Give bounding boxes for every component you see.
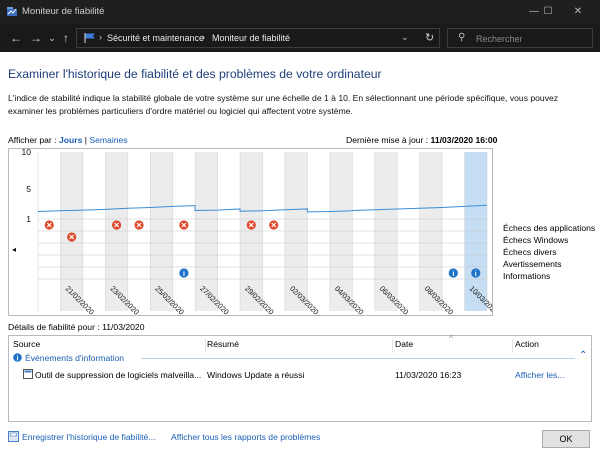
legend-information: Informations (503, 271, 551, 281)
flag-icon (84, 33, 95, 43)
column-source[interactable]: Source (13, 339, 40, 349)
forward-arrow-icon[interactable]: → (28, 30, 44, 46)
refresh-icon[interactable]: ↻ (425, 31, 434, 44)
search-box[interactable]: ⚲ Rechercher (447, 28, 593, 48)
search-icon: ⚲ (458, 32, 466, 43)
title-bar: Moniteur de fiabilité — ☐ ✕ (0, 0, 600, 24)
address-toolbar: ← → ⌄ ↑ › Sécurité et maintenance › Moni… (0, 24, 600, 52)
view-separator: | (84, 135, 87, 145)
info-event-glyph: i (475, 271, 477, 278)
legend-warnings: Avertissements (503, 259, 562, 269)
page-title: Examiner l'historique de fiabilité et de… (8, 67, 382, 81)
column-divider[interactable] (205, 339, 206, 353)
up-arrow-icon[interactable]: ↑ (58, 30, 74, 46)
breadcrumb-separator: › (99, 32, 102, 42)
legend-windows-failures: Échecs Windows (503, 235, 569, 245)
info-icon: i (13, 353, 22, 362)
stability-chart-svg[interactable]: 1051i i i21/02/2020 23/02/2020 25/02/2020 27/… (9, 147, 500, 317)
y-tick-label: 5 (26, 184, 31, 194)
group-divider (141, 358, 575, 359)
column-action[interactable]: Action (515, 339, 539, 349)
row-date: 11/03/2020 16:23 (395, 370, 462, 380)
legend-misc-failures: Échecs divers (503, 247, 557, 257)
legend-application-failures: Échecs des applications (503, 223, 596, 233)
row-summary: Windows Update a réussi (207, 370, 305, 380)
group-information-events[interactable]: Événements d'information (25, 353, 124, 363)
y-tick-label: 1 (26, 214, 31, 224)
breadcrumb-security-maintenance[interactable]: Sécurité et maintenance (107, 33, 204, 43)
ok-button[interactable]: OK (542, 430, 590, 448)
program-icon (23, 369, 33, 379)
details-title: Détails de fiabilité pour : 11/03/2020 (8, 322, 145, 332)
view-by-label: Afficher par : (8, 135, 57, 145)
last-update: Dernière mise à jour : 11/03/2020 16:00 (346, 135, 497, 145)
scroll-left-icon[interactable]: ◂ (12, 245, 16, 254)
page-description: L'indice de stabilité indique la stabili… (8, 93, 559, 116)
column-divider[interactable] (392, 339, 393, 353)
collapse-group-icon[interactable]: ⌃ (579, 350, 587, 361)
reliability-monitor-icon (7, 7, 17, 16)
address-dropdown-icon[interactable]: ⌄ (401, 32, 409, 43)
view-weeks-link[interactable]: Semaines (89, 135, 127, 145)
close-button[interactable]: ✕ (556, 0, 600, 24)
breadcrumb-reliability-monitor[interactable]: Moniteur de fiabilité (212, 33, 290, 43)
y-tick-label: 10 (21, 149, 31, 157)
window-title: Moniteur de fiabilité (22, 6, 105, 17)
column-divider[interactable] (512, 339, 513, 353)
info-event-glyph: i (183, 271, 185, 278)
table-header: Source Résumé ^ Date Action (9, 333, 591, 353)
back-arrow-icon[interactable]: ← (8, 30, 24, 46)
column-summary[interactable]: Résumé (207, 339, 239, 349)
column-date[interactable]: Date (395, 339, 413, 349)
view-days-link[interactable]: Jours (59, 135, 82, 145)
stability-chart: 10 5 1 i i i 21/02/2020 23/02/2020 25/02/2020 27/… (8, 147, 500, 317)
view-technical-details-link[interactable]: Afficher les... (515, 370, 565, 380)
search-input[interactable]: Rechercher (476, 34, 523, 44)
view-by: Afficher par : Jours | Semaines (8, 135, 128, 145)
details-table: Source Résumé ^ Date Action i Événements… (8, 333, 592, 422)
sort-indicator-icon: ^ (449, 333, 454, 343)
last-update-label: Dernière mise à jour : (346, 135, 429, 145)
breadcrumb-separator: › (202, 32, 205, 42)
info-event-glyph: i (452, 271, 454, 278)
save-reliability-history-link[interactable]: Enregistrer l'historique de fiabilité... (22, 432, 155, 442)
save-icon (8, 431, 19, 442)
svg-text:i: i (17, 355, 19, 362)
address-bar[interactable]: › Sécurité et maintenance › Moniteur de … (76, 28, 440, 48)
last-update-value: 11/03/2020 16:00 (430, 135, 498, 145)
row-source: Outil de suppression de logiciels malvei… (35, 370, 202, 380)
view-all-problem-reports-link[interactable]: Afficher tous les rapports de problèmes (171, 432, 320, 442)
